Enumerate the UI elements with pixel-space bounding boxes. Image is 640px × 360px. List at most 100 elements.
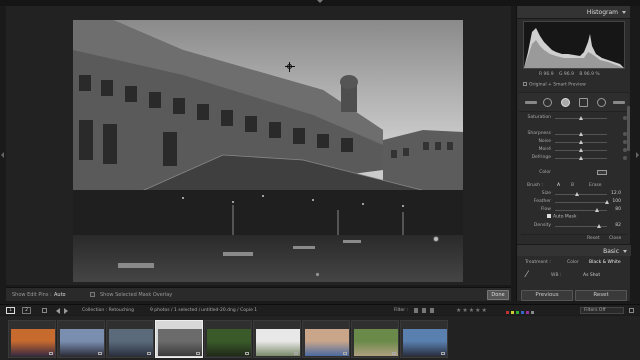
red-eye-tool-icon[interactable] — [561, 98, 570, 107]
slider-knob[interactable] — [597, 224, 601, 228]
reset-button[interactable]: Reset — [575, 290, 627, 301]
brush-size-label: Size — [541, 191, 551, 196]
gray-label-icon[interactable] — [531, 311, 534, 314]
smart-preview-label: Original + Smart Preview — [529, 82, 586, 88]
slider-knob[interactable] — [595, 208, 599, 212]
auto-mask-checkbox[interactable] — [547, 214, 551, 218]
collapse-triangle-icon[interactable] — [623, 250, 627, 253]
wb-row: ⁄ WB : As Shot — [521, 270, 627, 282]
density-value[interactable]: 82 — [615, 223, 621, 228]
selection-info: 9 photos / 1 selected / — [150, 308, 201, 313]
mask-reset-button[interactable]: Reset — [587, 236, 600, 241]
wb-select[interactable]: As Shot — [583, 273, 600, 278]
slider-knob[interactable] — [579, 148, 583, 152]
filmstrip-thumbnail[interactable] — [155, 320, 203, 358]
treatment-color-option[interactable]: Color — [567, 260, 579, 265]
feather-label: Feather — [533, 199, 551, 204]
slider-knob[interactable] — [579, 140, 583, 144]
auto-mask-option[interactable]: Auto Mask — [547, 214, 576, 220]
blue-label-icon[interactable] — [521, 311, 524, 314]
spot-removal-tool-icon[interactable] — [543, 98, 552, 107]
previous-button[interactable]: Previous — [521, 290, 573, 301]
slider-knob[interactable] — [579, 116, 583, 120]
slider-row: Defringe — [521, 154, 627, 162]
radial-filter-tool-icon[interactable] — [597, 98, 606, 107]
collection-source[interactable]: Collection : Retouching — [82, 308, 134, 313]
edited-badge-icon — [196, 352, 200, 355]
collapse-triangle-icon[interactable] — [622, 11, 626, 14]
right-panel-toggle-icon[interactable] — [636, 152, 639, 158]
color-swatch[interactable] — [597, 170, 607, 175]
panel-scrollbar[interactable] — [627, 106, 630, 151]
yellow-label-icon[interactable] — [511, 311, 514, 314]
slider-knob[interactable] — [605, 200, 609, 204]
green-label-icon[interactable] — [516, 311, 519, 314]
purple-label-icon[interactable] — [526, 311, 529, 314]
flag-icon[interactable] — [430, 308, 434, 313]
rating-filter-stars-icon[interactable]: ★★★★★ — [456, 307, 488, 314]
slider-track[interactable] — [555, 210, 607, 211]
smart-preview-status[interactable]: Original + Smart Preview — [523, 82, 586, 88]
slider-track[interactable] — [555, 202, 607, 203]
flag-icon[interactable] — [414, 308, 418, 313]
filmstrip-thumbnail[interactable] — [253, 320, 301, 358]
slider-track[interactable] — [555, 194, 607, 195]
eyedropper-icon[interactable]: ⁄ — [526, 270, 528, 280]
slider-knob[interactable] — [579, 156, 583, 160]
slider-dot — [623, 148, 627, 152]
color-label-filter[interactable] — [506, 309, 536, 316]
treatment-row: Treatment : Color Black & White — [521, 259, 627, 267]
second-window-button[interactable]: 2 — [22, 307, 31, 314]
left-panel-toggle-icon[interactable] — [1, 152, 4, 158]
grid-view-icon[interactable] — [42, 308, 47, 313]
filmstrip-thumbnail[interactable] — [106, 320, 154, 358]
basic-header[interactable]: Basic — [517, 244, 631, 256]
filter-preset-select[interactable]: Filters Off — [580, 307, 624, 314]
slider-knob[interactable] — [579, 132, 583, 136]
red-label-icon[interactable] — [506, 311, 509, 314]
filter-lock-icon[interactable] — [629, 308, 634, 313]
slider-label: Noise — [538, 139, 551, 144]
adjustment-brush-tool-icon[interactable] — [613, 101, 625, 104]
edited-badge-icon — [245, 352, 249, 355]
crosshair-edit-pin-icon[interactable] — [285, 62, 295, 72]
done-button[interactable]: Done — [487, 290, 509, 300]
flow-value[interactable]: 80 — [615, 207, 621, 212]
edit-pins-select[interactable]: Auto — [54, 292, 66, 298]
brush-size-value[interactable]: 12.0 — [611, 191, 621, 196]
top-panel-toggle-icon[interactable] — [317, 0, 323, 3]
edit-pin-icon[interactable] — [433, 236, 439, 242]
filmstrip-thumbnail[interactable] — [57, 320, 105, 358]
back-arrow-icon[interactable] — [56, 308, 60, 314]
mask-footer: Reset Close — [521, 234, 627, 242]
forward-arrow-icon[interactable] — [64, 308, 68, 314]
filmstrip-thumbnail[interactable] — [400, 320, 448, 358]
brush-label: Brush : — [527, 183, 543, 188]
filmstrip-thumbnail[interactable] — [302, 320, 350, 358]
mask-overlay-checkbox[interactable] — [90, 292, 95, 297]
brush-b-tab[interactable]: B — [571, 183, 574, 188]
slider-row: Sharpness — [521, 130, 627, 138]
edit-pin-icon[interactable] — [315, 272, 320, 277]
toolbar: Show Edit Pins : Auto Show Selected Mask… — [6, 287, 511, 301]
wb-label: WB : — [551, 273, 562, 278]
histogram-header[interactable]: Histogram — [517, 6, 630, 19]
mask-close-button[interactable]: Close — [609, 236, 621, 241]
brush-a-tab[interactable]: A — [557, 183, 560, 188]
main-photo[interactable] — [73, 20, 463, 282]
treatment-bw-option[interactable]: Black & White — [589, 260, 621, 265]
slider-label: Moiré — [538, 147, 551, 152]
feather-value[interactable]: 100 — [612, 199, 621, 204]
main-window-button[interactable]: 1 — [6, 307, 15, 314]
filmstrip-thumbnail[interactable] — [204, 320, 252, 358]
brush-erase-tab[interactable]: Erase — [589, 183, 602, 188]
graduated-filter-tool-icon[interactable] — [579, 98, 588, 107]
flow-label: Flow — [540, 207, 551, 212]
filmstrip-thumbnail[interactable] — [351, 320, 399, 358]
crop-tool-icon[interactable] — [525, 101, 537, 104]
slider-knob[interactable] — [575, 192, 579, 196]
filmstrip-thumbnail[interactable] — [8, 320, 56, 358]
building-photo-image — [73, 20, 463, 282]
loupe-view — [6, 6, 511, 285]
flag-icon[interactable] — [422, 308, 426, 313]
